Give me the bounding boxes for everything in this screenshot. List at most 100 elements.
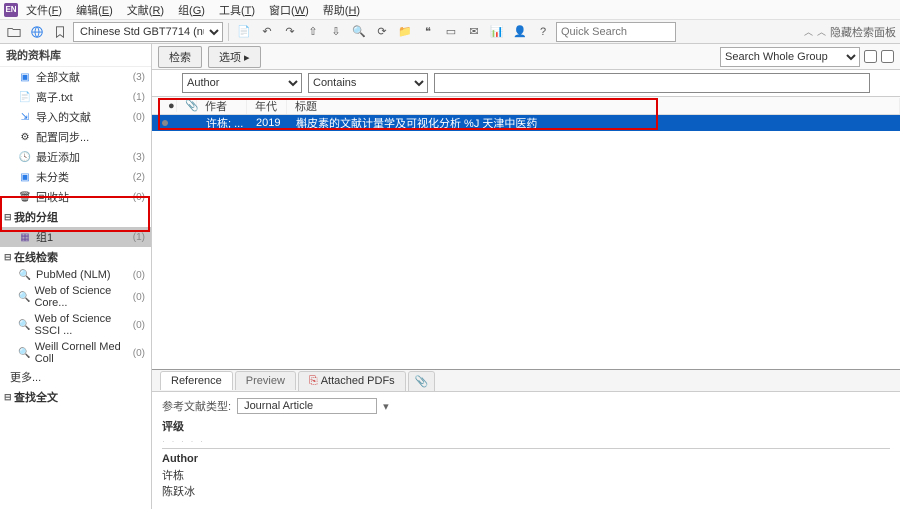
tab-reference[interactable]: Reference [160, 371, 233, 390]
search-bar: 检索 选项 ▸ Search Whole Group [152, 44, 900, 70]
search-icon: 🔍 [18, 269, 32, 281]
chevron-up-icon[interactable]: ︿ [804, 25, 813, 38]
twisty-icon: ⊟ [4, 392, 14, 403]
sidebar-item-recent[interactable]: 🕓最近添加(3) [0, 147, 151, 167]
sync-icon[interactable]: ⟳ [372, 22, 392, 42]
sidebar-label: 组1 [36, 229, 53, 245]
count: (0) [133, 112, 145, 123]
help-icon[interactable]: ? [533, 22, 553, 42]
sidebar-item-wos-core[interactable]: 🔍Web of Science Core...(0) [0, 283, 151, 311]
menu-groups[interactable]: 组(G) [172, 0, 211, 20]
folder-icon: ▣ [18, 71, 32, 83]
export-icon[interactable]: ⇧ [303, 22, 323, 42]
sidebar-group-online[interactable]: ⊟在线检索 [0, 247, 151, 267]
menu-tools[interactable]: 工具(T) [213, 0, 261, 20]
col-year[interactable]: 年代 [247, 98, 287, 114]
menu-help[interactable]: 帮助(H) [317, 0, 366, 20]
col-attachment-icon[interactable]: 📎 [177, 99, 197, 112]
tab-attach-icon[interactable]: 📎 [408, 371, 436, 391]
format-icon[interactable]: ▭ [441, 22, 461, 42]
author-header: Author [162, 453, 890, 465]
match-checkbox-2[interactable] [881, 50, 894, 63]
filter-value-input[interactable] [434, 73, 870, 93]
pdf-icon: ⎘ [309, 375, 318, 387]
bookmark-icon[interactable] [50, 22, 70, 42]
sidebar-item-group1[interactable]: ▦ 组1 (1) [0, 227, 151, 247]
doc-icon: 📄 [18, 91, 32, 103]
author-value: 许栋 [162, 467, 890, 483]
globe-icon[interactable] [27, 22, 47, 42]
import-icon: ⇲ [18, 111, 32, 123]
reference-list: ● 📎 作者 年代 标题 许栋; ... 2019 槲皮素的文献计量学及可视化分… [152, 96, 900, 369]
person-icon[interactable]: 👤 [510, 22, 530, 42]
sidebar-group-fulltext[interactable]: ⊟查找全文 [0, 387, 151, 407]
email-icon[interactable]: ✉ [464, 22, 484, 42]
menu-bar: EN 文件(F) 编辑(E) 文献(R) 组(G) 工具(T) 窗口(W) 帮助… [0, 0, 900, 20]
col-dot[interactable]: ● [160, 100, 177, 112]
sidebar-label: 最近添加 [36, 149, 80, 165]
unread-dot-icon [162, 120, 168, 126]
menu-references[interactable]: 文献(R) [121, 0, 170, 20]
twisty-icon: ⊟ [4, 252, 14, 263]
sidebar-label: 配置同步... [36, 129, 89, 145]
options-button[interactable]: 选项 ▸ [208, 46, 261, 68]
forward-icon[interactable]: ↷ [280, 22, 300, 42]
chart-icon[interactable]: 📊 [487, 22, 507, 42]
search-scope-select[interactable]: Search Whole Group [720, 47, 860, 67]
sidebar-group-mygroups[interactable]: ⊟我的分组 [0, 207, 151, 227]
search-icon: 🔍 [18, 291, 30, 303]
tab-preview[interactable]: Preview [235, 371, 296, 390]
filter-field-select[interactable]: Author [182, 73, 302, 93]
quick-search-input[interactable] [556, 22, 676, 42]
count: (0) [133, 192, 145, 203]
separator [228, 23, 229, 41]
sidebar-item-wos-ssci[interactable]: 🔍Web of Science SSCI ...(0) [0, 311, 151, 339]
sidebar-item-imported[interactable]: ⇲导入的文献(0) [0, 107, 151, 127]
match-checkbox-1[interactable] [864, 50, 877, 63]
sidebar: 我的资料库 ▣全部文献(3) 📄离子.txt(1) ⇲导入的文献(0) ⚙配置同… [0, 44, 152, 509]
sidebar-item-weill[interactable]: 🔍Weill Cornell Med Coll(0) [0, 339, 151, 367]
dropdown-icon[interactable]: ▾ [383, 400, 389, 413]
folder-open-icon[interactable] [4, 22, 24, 42]
sidebar-item-trash[interactable]: 🗑回收站(0) [0, 187, 151, 207]
rating-label: 评级 [162, 418, 890, 434]
col-author[interactable]: 作者 [197, 98, 247, 114]
list-row[interactable]: 许栋; ... 2019 槲皮素的文献计量学及可视化分析 %J 天津中医药 [152, 115, 900, 131]
sidebar-item-all[interactable]: ▣全部文献(3) [0, 67, 151, 87]
menu-window[interactable]: 窗口(W) [263, 0, 315, 20]
new-ref-icon[interactable]: 📄 [234, 22, 254, 42]
toolbar: Chinese Std GBT7714 (numeri 📄 ↶ ↷ ⇧ ⇩ 🔍 … [0, 20, 900, 44]
search-button[interactable]: 检索 [158, 46, 202, 68]
group-label: 查找全文 [14, 389, 58, 405]
menu-file[interactable]: 文件(F) [20, 0, 68, 20]
reftype-select[interactable]: Journal Article [237, 398, 377, 414]
search-icon[interactable]: 🔍 [349, 22, 369, 42]
sidebar-label: 更多... [10, 369, 41, 385]
folder-icon[interactable]: 📁 [395, 22, 415, 42]
chevron-up-icon[interactable]: ︿ [817, 25, 826, 38]
import-icon[interactable]: ⇩ [326, 22, 346, 42]
back-icon[interactable]: ↶ [257, 22, 277, 42]
app-icon: EN [4, 3, 18, 17]
content-area: 检索 选项 ▸ Search Whole Group Author Contai… [152, 44, 900, 509]
menu-edit[interactable]: 编辑(E) [70, 0, 119, 20]
search-icon: 🔍 [18, 319, 30, 331]
count: (0) [133, 292, 145, 303]
sidebar-item-unfiled[interactable]: ▣未分类(2) [0, 167, 151, 187]
insert-citation-icon[interactable]: ❝ [418, 22, 438, 42]
filter-operator-select[interactable]: Contains [308, 73, 428, 93]
col-title[interactable]: 标题 [287, 98, 900, 114]
sidebar-item-pubmed[interactable]: 🔍PubMed (NLM)(0) [0, 267, 151, 283]
count: (1) [133, 232, 145, 243]
sidebar-item-sync[interactable]: ⚙配置同步... [0, 127, 151, 147]
sidebar-item-txt[interactable]: 📄离子.txt(1) [0, 87, 151, 107]
hide-search-panel-link[interactable]: 隐藏检索面板 [830, 24, 896, 40]
tab-attached-pdfs[interactable]: ⎘Attached PDFs [298, 371, 406, 391]
citation-style-select[interactable]: Chinese Std GBT7714 (numeri [73, 22, 223, 42]
detail-tabs: Reference Preview ⎘Attached PDFs 📎 [152, 370, 900, 392]
author-value: 陈跃冰 [162, 483, 890, 499]
count: (2) [133, 172, 145, 183]
rating-stars[interactable]: · · · · · [162, 436, 890, 446]
group-icon: ▦ [18, 231, 32, 243]
sidebar-item-more[interactable]: 更多... [0, 367, 151, 387]
